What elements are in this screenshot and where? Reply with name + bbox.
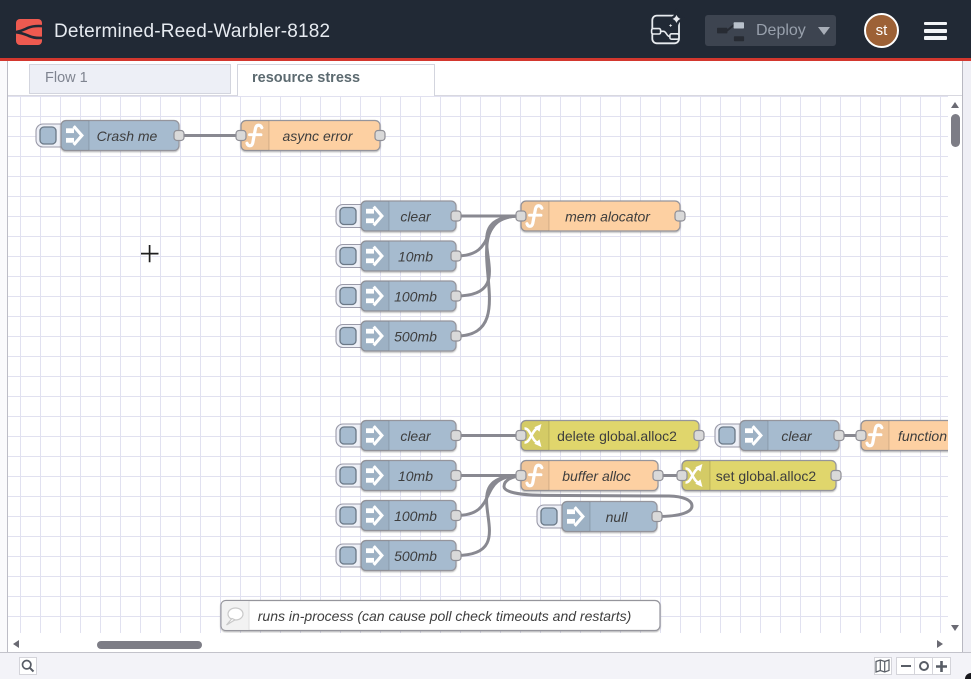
svg-text:function: function	[898, 428, 947, 444]
svg-text:clear: clear	[400, 428, 432, 444]
svg-text:10mb: 10mb	[398, 468, 433, 484]
svg-text:100mb: 100mb	[394, 508, 437, 524]
svg-text:500mb: 500mb	[394, 329, 437, 345]
svg-text:buffer alloc: buffer alloc	[562, 468, 630, 484]
svg-text:Crash me: Crash me	[97, 128, 158, 144]
svg-text:100mb: 100mb	[394, 289, 437, 305]
svg-text:500mb: 500mb	[394, 548, 437, 564]
svg-text:10mb: 10mb	[398, 249, 433, 265]
svg-text:clear: clear	[400, 209, 432, 225]
svg-text:async error: async error	[282, 128, 353, 144]
svg-text:clear: clear	[781, 428, 813, 444]
svg-text:null: null	[606, 509, 629, 525]
svg-text:delete global.alloc2: delete global.alloc2	[557, 428, 677, 444]
svg-text:mem alocator: mem alocator	[565, 209, 651, 225]
svg-text:runs in-process (can cause pol: runs in-process (can cause poll check ti…	[258, 608, 632, 624]
svg-text:set global.alloc2: set global.alloc2	[716, 468, 817, 484]
